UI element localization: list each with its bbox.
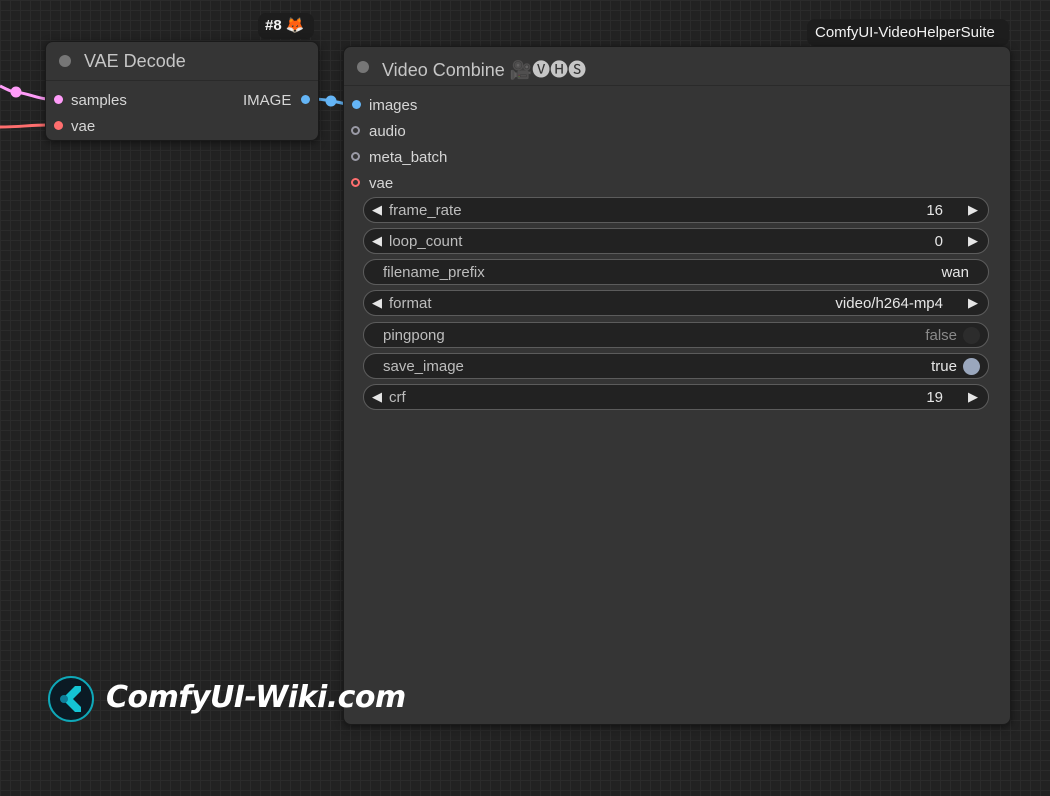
frame-rate-widget[interactable]: ◀ frame_rate 16 ▶	[363, 197, 989, 223]
widget-value: 19	[926, 389, 943, 406]
input-slot-vae-icon[interactable]	[351, 178, 360, 187]
node-title-bar[interactable]: VAE Decode	[46, 42, 318, 81]
input-slot-vae-icon[interactable]	[54, 121, 63, 130]
previous-option-arrow-icon[interactable]: ◀	[372, 295, 382, 311]
increment-arrow-icon[interactable]: ▶	[968, 202, 978, 218]
output-label-image: IMAGE	[243, 92, 292, 109]
node-title-bar[interactable]: Video Combine 🎥🅥🅗🅢	[344, 47, 1010, 86]
input-label-vae: vae	[71, 118, 96, 135]
widget-label: pingpong	[383, 327, 445, 344]
decrement-arrow-icon[interactable]: ◀	[372, 202, 382, 218]
widget-label: format	[389, 295, 432, 312]
decrement-arrow-icon[interactable]: ◀	[372, 233, 382, 249]
save-image-toggle[interactable]: save_image true	[363, 353, 989, 379]
toggle-on-icon[interactable]	[963, 358, 980, 375]
input-label-audio: audio	[369, 123, 406, 140]
next-option-arrow-icon[interactable]: ▶	[968, 295, 978, 311]
pingpong-toggle[interactable]: pingpong false	[363, 322, 989, 348]
increment-arrow-icon[interactable]: ▶	[968, 233, 978, 249]
filename-prefix-widget[interactable]: filename_prefix wan	[363, 259, 989, 285]
input-slot-images-icon[interactable]	[352, 100, 361, 109]
input-slot-audio-icon[interactable]	[351, 126, 360, 135]
toggle-off-icon[interactable]	[963, 327, 980, 344]
widget-label: loop_count	[389, 233, 463, 250]
input-label-images: images	[369, 97, 418, 114]
input-slot-samples-icon[interactable]	[54, 95, 63, 104]
vae-decode-node[interactable]: VAE Decode samples vae IMAGE	[45, 41, 319, 141]
widget-value: video/h264-mp4	[835, 295, 943, 312]
format-widget[interactable]: ◀ format video/h264-mp4 ▶	[363, 290, 989, 316]
input-label-meta-batch: meta_batch	[369, 149, 448, 166]
node-source-badge: ComfyUI-VideoHelperSuite	[807, 19, 1009, 46]
widget-label: save_image	[383, 358, 464, 375]
output-slot-image-icon[interactable]	[301, 95, 310, 104]
collapse-dot-icon[interactable]	[59, 55, 71, 67]
widget-value: true	[931, 358, 957, 375]
widget-label: crf	[389, 389, 406, 406]
crf-widget[interactable]: ◀ crf 19 ▶	[363, 384, 989, 410]
loop-count-widget[interactable]: ◀ loop_count 0 ▶	[363, 228, 989, 254]
input-label-samples: samples	[71, 92, 127, 109]
input-slot-meta-batch-icon[interactable]	[351, 152, 360, 161]
comfyui-wiki-logo-icon	[48, 676, 94, 722]
widget-value: false	[925, 327, 957, 344]
input-label-vae: vae	[369, 175, 394, 192]
watermark-text: ComfyUI-Wiki.com	[106, 680, 406, 715]
increment-arrow-icon[interactable]: ▶	[968, 389, 978, 405]
widget-value: 0	[934, 233, 943, 250]
collapse-dot-icon[interactable]	[357, 61, 369, 73]
widget-label: filename_prefix	[383, 264, 485, 281]
video-combine-node[interactable]: Video Combine 🎥🅥🅗🅢 images audio meta_bat…	[343, 46, 1011, 725]
node-title: Video Combine 🎥🅥🅗🅢	[382, 60, 587, 80]
widget-value: wan	[941, 264, 969, 281]
node-id-badge: #8 🦊	[258, 13, 314, 39]
decrement-arrow-icon[interactable]: ◀	[372, 389, 382, 405]
widget-value: 16	[926, 202, 943, 219]
widget-label: frame_rate	[389, 202, 462, 219]
node-title: VAE Decode	[84, 51, 186, 71]
